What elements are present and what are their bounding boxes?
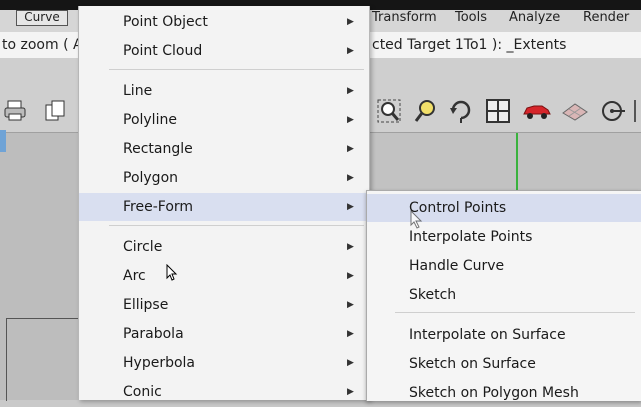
menu-item-line[interactable]: Line ▶ (79, 77, 369, 105)
menu-item-point-object[interactable]: Point Object ▶ (79, 8, 369, 36)
submenu-arrow-icon: ▶ (347, 115, 354, 125)
menu-item-label: Line (123, 83, 153, 99)
print-icon[interactable] (2, 98, 28, 124)
menu-item-label: Point Object (123, 14, 208, 30)
shaded-icon[interactable] (560, 98, 590, 124)
submenu-arrow-icon: ▶ (347, 300, 354, 310)
zoom-window-icon[interactable] (376, 98, 402, 124)
rotate-view-icon[interactable] (448, 98, 474, 124)
submenu-arrow-icon: ▶ (347, 173, 354, 183)
submenu-item-interpolate-points[interactable]: Interpolate Points (367, 223, 641, 251)
menu-item-parabola[interactable]: Parabola ▶ (79, 320, 369, 348)
menu-item-ellipse[interactable]: Ellipse ▶ (79, 291, 369, 319)
submenu-arrow-icon: ▶ (347, 86, 354, 96)
submenu-arrow-icon: ▶ (347, 17, 354, 27)
submenu-arrow-icon: ▶ (347, 271, 354, 281)
command-text-left: to zoom ( A (2, 37, 83, 53)
menu-separator (109, 69, 364, 70)
submenu-arrow-icon: ▶ (347, 202, 354, 212)
menu-item-label: Rectangle (123, 141, 193, 157)
menu-tools[interactable]: Tools (455, 10, 487, 32)
menu-item-polygon[interactable]: Polygon ▶ (79, 164, 369, 192)
submenu-arrow-icon: ▶ (347, 358, 354, 368)
menu-render[interactable]: Render (583, 10, 629, 32)
menu-item-free-form[interactable]: Free-Form ▶ (79, 193, 369, 221)
toolbar-overflow-icon[interactable] (632, 98, 641, 124)
menu-analyze[interactable]: Analyze (509, 10, 560, 32)
menu-item-polyline[interactable]: Polyline ▶ (79, 106, 369, 134)
submenu-item-interpolate-on-surface[interactable]: Interpolate on Surface (367, 321, 641, 349)
submenu-arrow-icon: ▶ (347, 144, 354, 154)
submenu-item-label: Handle Curve (409, 258, 505, 274)
zoom-extents-icon[interactable] (413, 98, 439, 124)
render-car-icon[interactable] (522, 98, 552, 124)
mouse-cursor-icon (166, 264, 178, 281)
menu-item-label: Hyperbola (123, 355, 195, 371)
submenu-separator (395, 312, 635, 313)
menu-item-label: Polyline (123, 112, 177, 128)
free-form-submenu: Control Points Interpolate Points Handle… (366, 190, 641, 401)
menu-item-hyperbola[interactable]: Hyperbola ▶ (79, 349, 369, 377)
submenu-item-sketch-on-surface[interactable]: Sketch on Surface (367, 350, 641, 378)
menu-curve[interactable]: Curve (16, 10, 68, 26)
menu-item-conic[interactable]: Conic ▶ (79, 378, 369, 406)
submenu-item-sketch[interactable]: Sketch (367, 281, 641, 309)
y-axis-line (516, 133, 518, 191)
target-icon[interactable] (599, 98, 625, 124)
menu-item-label: Circle (123, 239, 163, 255)
command-text-right: cted Target 1To1 ): _Extents (372, 37, 567, 53)
curve-menu: Point Object ▶ Point Cloud ▶ Line ▶ Poly… (78, 6, 370, 400)
four-viewports-icon[interactable] (485, 98, 511, 124)
menu-item-label: Conic (123, 384, 162, 400)
copy-icon[interactable] (42, 98, 68, 124)
submenu-item-sketch-on-polygon-mesh[interactable]: Sketch on Polygon Mesh (367, 379, 641, 407)
submenu-item-label: Sketch on Polygon Mesh (409, 385, 579, 401)
menu-item-arc[interactable]: Arc ▶ (79, 262, 369, 290)
menu-separator (109, 225, 364, 226)
menu-item-label: Ellipse (123, 297, 169, 313)
mouse-cursor-icon (410, 210, 423, 229)
menu-item-circle[interactable]: Circle ▶ (79, 233, 369, 261)
submenu-arrow-icon: ▶ (347, 242, 354, 252)
submenu-item-label: Interpolate Points (409, 229, 533, 245)
submenu-arrow-icon: ▶ (347, 46, 354, 56)
submenu-item-control-points[interactable]: Control Points (367, 194, 641, 222)
submenu-arrow-icon: ▶ (347, 387, 354, 397)
menu-item-label: Arc (123, 268, 146, 284)
viewport-frame (6, 318, 79, 401)
panel-edge-marker (0, 130, 6, 152)
submenu-arrow-icon: ▶ (347, 329, 354, 339)
menu-item-point-cloud[interactable]: Point Cloud ▶ (79, 37, 369, 65)
menu-item-label: Point Cloud (123, 43, 203, 59)
menu-item-label: Polygon (123, 170, 179, 186)
submenu-item-label: Sketch (409, 287, 457, 303)
menu-item-label: Parabola (123, 326, 184, 342)
menu-item-rectangle[interactable]: Rectangle ▶ (79, 135, 369, 163)
submenu-item-handle-curve[interactable]: Handle Curve (367, 252, 641, 280)
submenu-item-label: Interpolate on Surface (409, 327, 566, 343)
menu-transform[interactable]: Transform (372, 10, 437, 32)
submenu-item-label: Sketch on Surface (409, 356, 536, 372)
menu-item-label: Free-Form (123, 199, 194, 215)
